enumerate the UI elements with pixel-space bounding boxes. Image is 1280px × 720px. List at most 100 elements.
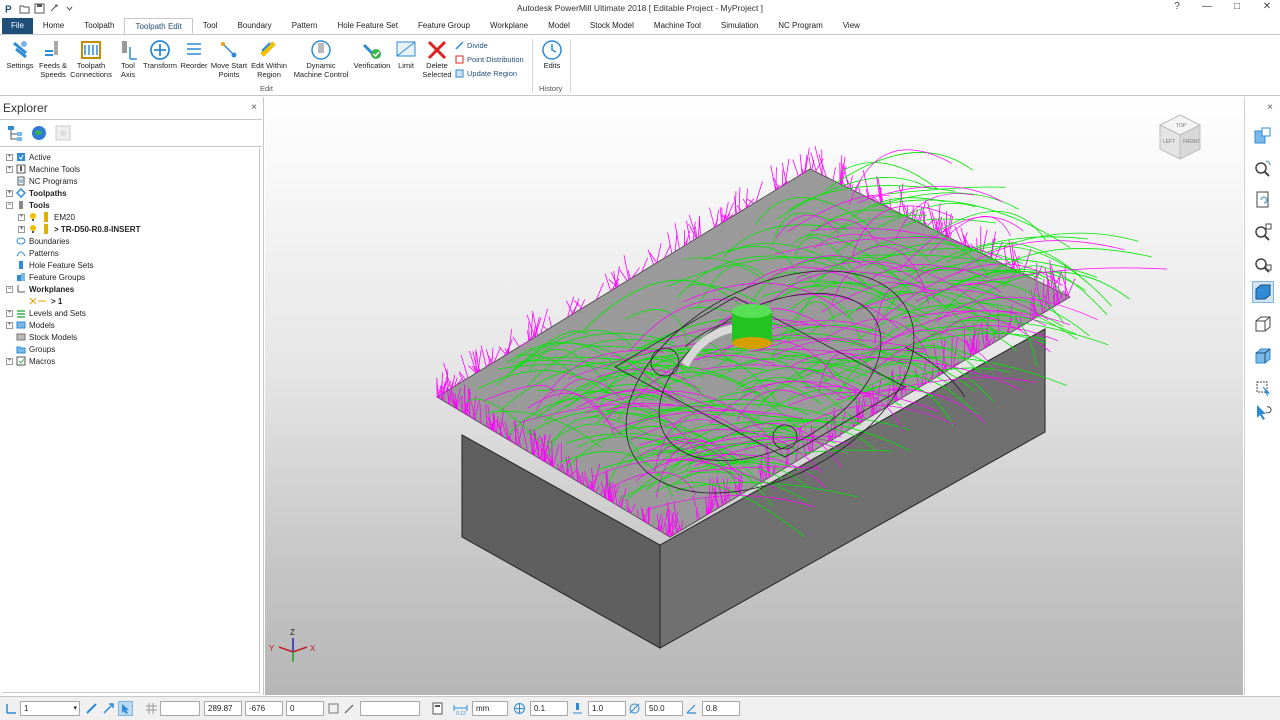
reorder-button[interactable]: Reorder	[179, 38, 209, 71]
close-button[interactable]: ✕	[1260, 1, 1274, 12]
explorer-close-button[interactable]: ×	[251, 102, 257, 113]
expand-icon[interactable]: +	[18, 213, 25, 221]
tree-item-tools[interactable]: − Tools	[6, 199, 50, 211]
snap-field[interactable]	[160, 701, 200, 716]
view-properties-icon[interactable]	[1252, 125, 1274, 147]
snap-icon[interactable]	[101, 701, 116, 716]
maximize-button[interactable]: □	[1230, 1, 1244, 12]
tree-item-nc-programs[interactable]: +NC Programs	[6, 175, 77, 187]
graphics-viewport[interactable]: TOP LEFT FRONT Z X Y	[265, 97, 1243, 695]
move-start-points-button[interactable]: Move Start Points	[209, 38, 249, 79]
tree-item-toolpaths[interactable]: + Toolpaths	[6, 187, 67, 199]
tree-item-models[interactable]: + Models	[6, 319, 55, 331]
tree-item-active[interactable]: + Active	[6, 151, 51, 163]
select-mode-icon[interactable]	[118, 701, 133, 716]
limit-button[interactable]: Limit	[394, 38, 418, 71]
calculator-icon[interactable]	[430, 701, 445, 716]
expand-icon[interactable]: +	[6, 321, 13, 329]
angle-field[interactable]: 0.8	[702, 701, 740, 716]
edit-coord-icon[interactable]	[342, 701, 357, 716]
dynamic-machine-control-button[interactable]: Dynamic Machine Control	[290, 38, 352, 79]
tab-file[interactable]: File	[2, 18, 33, 34]
tree-item-workplanes[interactable]: − Workplanes	[6, 283, 74, 295]
tree-item-macros[interactable]: + Macros	[6, 355, 55, 367]
toolpath-connections-button[interactable]: Toolpath Connections	[68, 38, 114, 79]
stepover-icon[interactable]	[570, 701, 585, 716]
measure-icon[interactable]	[84, 701, 99, 716]
view-cube-front-label[interactable]: FRONT	[1183, 139, 1200, 145]
coord-y-field[interactable]: -676	[245, 701, 283, 716]
tree-item-patterns[interactable]: +Patterns	[6, 247, 59, 259]
tree-item-stock-models[interactable]: +Stock Models	[6, 331, 77, 343]
tab-toolpath-edit[interactable]: Toolpath Edit	[124, 18, 193, 34]
select-pointer-icon[interactable]	[1252, 401, 1274, 423]
tree-item-feature-groups[interactable]: +Feature Groups	[6, 271, 85, 283]
tree-item-machine-tools[interactable]: + Machine Tools	[6, 163, 80, 175]
minimize-button[interactable]: —	[1200, 1, 1214, 12]
expand-icon[interactable]: +	[6, 309, 13, 317]
tree-item-boundaries[interactable]: +Boundaries	[6, 235, 69, 247]
filter-icon[interactable]	[54, 124, 72, 142]
view-cube-left-label[interactable]: LEFT	[1163, 139, 1175, 145]
tab-view[interactable]: View	[833, 18, 870, 34]
wireframe-view-icon[interactable]	[1252, 313, 1274, 335]
tree-item-tr-d50-insert[interactable]: + > TR-D50-R0.8-INSERT	[18, 223, 140, 235]
tree-item-groups[interactable]: +Groups	[6, 343, 55, 355]
tab-model[interactable]: Model	[538, 18, 580, 34]
tab-feature-group[interactable]: Feature Group	[408, 18, 480, 34]
diameter-icon[interactable]	[627, 701, 642, 716]
cutting-tool[interactable]	[732, 304, 772, 349]
tab-machine-tool[interactable]: Machine Tool	[644, 18, 711, 34]
tolerance-field[interactable]: 0.1	[530, 701, 568, 716]
select-box-icon[interactable]	[1252, 377, 1274, 399]
angle-icon[interactable]	[684, 701, 699, 716]
divide-button[interactable]: Divide	[455, 41, 488, 50]
coord-options-icon[interactable]	[326, 701, 341, 716]
globe-icon[interactable]	[30, 124, 48, 142]
open-icon[interactable]	[19, 3, 30, 14]
shaded-view-icon[interactable]	[1252, 281, 1274, 303]
tree-item-em20[interactable]: + EM20	[18, 211, 75, 223]
zoom-refresh-icon[interactable]	[1252, 157, 1274, 179]
collapse-icon[interactable]: −	[6, 201, 13, 209]
update-region-button[interactable]: Update Region	[455, 69, 517, 78]
tab-simulation[interactable]: Simulation	[711, 18, 768, 34]
undo-icon[interactable]	[49, 3, 60, 14]
document-refresh-icon[interactable]	[1252, 189, 1274, 211]
expand-icon[interactable]: +	[18, 225, 25, 233]
collapse-icon[interactable]: −	[6, 285, 13, 293]
edit-within-region-button[interactable]: Edit Within Region	[249, 38, 289, 79]
tab-boundary[interactable]: Boundary	[227, 18, 281, 34]
tool-axis-button[interactable]: Tool Axis	[116, 38, 140, 79]
tab-tool[interactable]: Tool	[193, 18, 228, 34]
stepover-field[interactable]: 1.0	[588, 701, 626, 716]
settings-button[interactable]: Settings	[4, 38, 36, 71]
expand-icon[interactable]: +	[6, 357, 13, 365]
tolerance-icon[interactable]	[512, 701, 527, 716]
app-logo-icon[interactable]: P	[4, 3, 15, 16]
tab-pattern[interactable]: Pattern	[282, 18, 328, 34]
units-field[interactable]: mm	[472, 701, 508, 716]
feeds-speeds-button[interactable]: Feeds & Speeds	[38, 38, 68, 79]
workplane-select[interactable]: 1 ▾	[20, 701, 80, 716]
tab-workplane[interactable]: Workplane	[480, 18, 538, 34]
expand-icon[interactable]: +	[6, 153, 13, 161]
tab-hole-feature-set[interactable]: Hole Feature Set	[327, 18, 407, 34]
tab-home[interactable]: Home	[33, 18, 74, 34]
point-distribution-button[interactable]: Point Distribution	[455, 55, 524, 64]
view-cube[interactable]: TOP LEFT FRONT	[1158, 114, 1202, 160]
coord-z-field[interactable]: 0	[286, 701, 324, 716]
edits-button[interactable]: Edits	[538, 38, 566, 71]
delete-selected-button[interactable]: Delete Selected	[420, 38, 454, 79]
coord-x-field[interactable]: 289.87	[204, 701, 242, 716]
model-scene[interactable]: TOP LEFT FRONT Z X Y	[265, 97, 1243, 695]
grid-icon[interactable]	[144, 701, 159, 716]
view-cube-top-label[interactable]: TOP	[1176, 123, 1187, 129]
chevron-down-icon[interactable]	[64, 3, 75, 14]
transform-button[interactable]: Transform	[142, 38, 178, 71]
tree-item-levels-and-sets[interactable]: + Levels and Sets	[6, 307, 86, 319]
help-button[interactable]: ?	[1170, 1, 1184, 12]
workplane-status-icon[interactable]	[4, 701, 19, 716]
shaded-wireframe-icon[interactable]	[1252, 345, 1274, 367]
diameter-field[interactable]: 50.0	[645, 701, 683, 716]
